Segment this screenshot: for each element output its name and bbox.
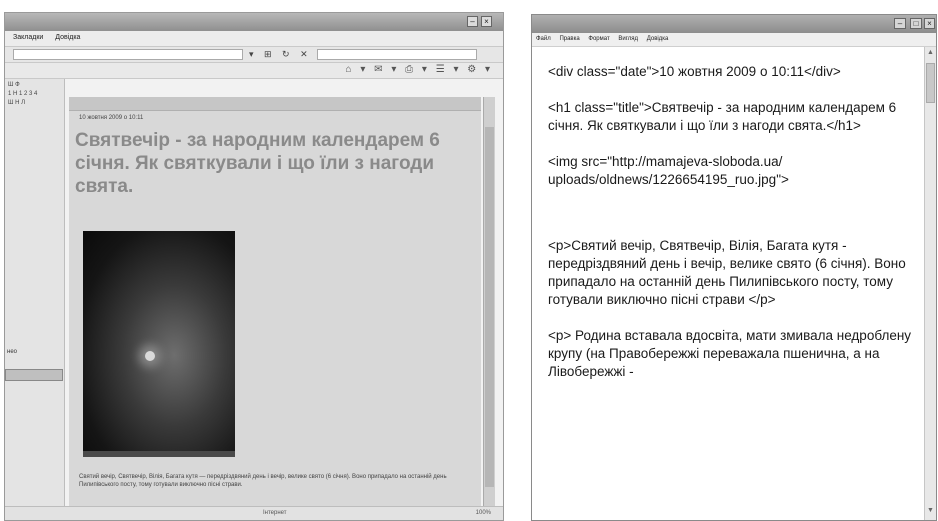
- maximize-icon[interactable]: □: [910, 18, 922, 29]
- browser-window: – × Закладки Довідка ▾ ⊞ ↻ ✕ ⌂ ▾ ✉ ▾ ⎙ ▾…: [4, 12, 504, 521]
- page-content: 10 жовтня 2009 о 10:11 Святвечір - за на…: [69, 97, 481, 507]
- source-line-paragraph-1: <p>Святий вечір, Святвечір, Вілія, Багат…: [548, 238, 906, 307]
- browser-scrollbar[interactable]: [483, 97, 495, 507]
- menu-item-file[interactable]: Файл: [536, 36, 551, 42]
- browser-title-bar: – ×: [5, 13, 503, 31]
- photo-bottom-bar: [83, 451, 235, 457]
- panel-select[interactable]: [5, 369, 63, 381]
- browser-menu-bar: Закладки Довідка: [5, 31, 503, 47]
- notepad-text-area[interactable]: <div class="date">10 жовтня 2009 о 10:11…: [548, 63, 914, 381]
- zoom-level[interactable]: 100%: [476, 510, 491, 516]
- menu-item-help[interactable]: Довідка: [55, 34, 80, 41]
- search-input[interactable]: [317, 49, 477, 60]
- article-caption: Святий вечір, Святвечір, Вілія, Багата к…: [79, 474, 447, 488]
- article-photo: [83, 231, 235, 457]
- panel-row: Ш Ф: [8, 82, 20, 88]
- scroll-down-icon[interactable]: ▼: [927, 507, 934, 514]
- panel-row: Ш Н Л: [8, 100, 26, 106]
- menu-item-help[interactable]: Довідка: [647, 36, 669, 42]
- browser-status-bar: Інтернет 100%: [5, 506, 503, 520]
- notepad-menu-bar: Файл Правка Формат Вигляд Довідка: [532, 33, 936, 47]
- article-title: Святвечір - за народним календарем 6 січ…: [75, 130, 440, 197]
- left-panel: Ш Ф 1 Н 1 2 3 4 Ш Н Л нео: [5, 79, 65, 519]
- source-line-date: <div class="date">10 жовтня 2009 о 10:11…: [548, 64, 841, 79]
- address-input[interactable]: [13, 49, 243, 60]
- address-row: ▾ ⊞ ↻ ✕: [5, 47, 503, 63]
- panel-label: нео: [7, 349, 17, 355]
- command-bar: ⌂ ▾ ✉ ▾ ⎙ ▾ ☰ ▾ ⚙ ▾: [5, 63, 503, 79]
- close-icon[interactable]: ×: [481, 16, 492, 27]
- scrollbar-thumb[interactable]: [485, 127, 494, 487]
- notepad-window: – □ × Файл Правка Формат Вигляд Довідка …: [531, 14, 937, 521]
- menu-item-format[interactable]: Формат: [588, 36, 609, 42]
- menu-item-view[interactable]: Вигляд: [618, 36, 638, 42]
- toolbar-icons[interactable]: ⌂ ▾ ✉ ▾ ⎙ ▾ ☰ ▾ ⚙ ▾: [346, 64, 493, 75]
- source-line-title: <h1 class="title">Святвечір - за народни…: [548, 100, 897, 133]
- menu-item-edit[interactable]: Правка: [559, 36, 579, 42]
- notepad-scrollbar[interactable]: ▲ ▼: [924, 47, 936, 520]
- scrollbar-thumb[interactable]: [926, 63, 935, 103]
- content-header: [69, 97, 481, 111]
- minimize-icon[interactable]: –: [467, 16, 478, 27]
- panel-row: 1 Н 1 2 3 4: [8, 91, 38, 97]
- scroll-up-icon[interactable]: ▲: [927, 49, 934, 56]
- minimize-icon[interactable]: –: [894, 18, 906, 29]
- status-zone: Інтернет: [263, 510, 287, 516]
- menu-item-bookmarks[interactable]: Закладки: [13, 34, 43, 41]
- source-line-img: <img src="http://mamajeva-sloboda.ua/ up…: [548, 154, 789, 187]
- notepad-title-bar: – □ ×: [532, 15, 936, 33]
- close-icon[interactable]: ×: [924, 18, 935, 29]
- source-line-paragraph-2: <p> Родина вставала вдосвіта, мати змива…: [548, 328, 912, 379]
- address-tools-icon[interactable]: ▾ ⊞ ↻ ✕: [249, 49, 312, 60]
- candle-light: [145, 351, 155, 361]
- article-date: 10 жовтня 2009 о 10:11: [79, 115, 144, 121]
